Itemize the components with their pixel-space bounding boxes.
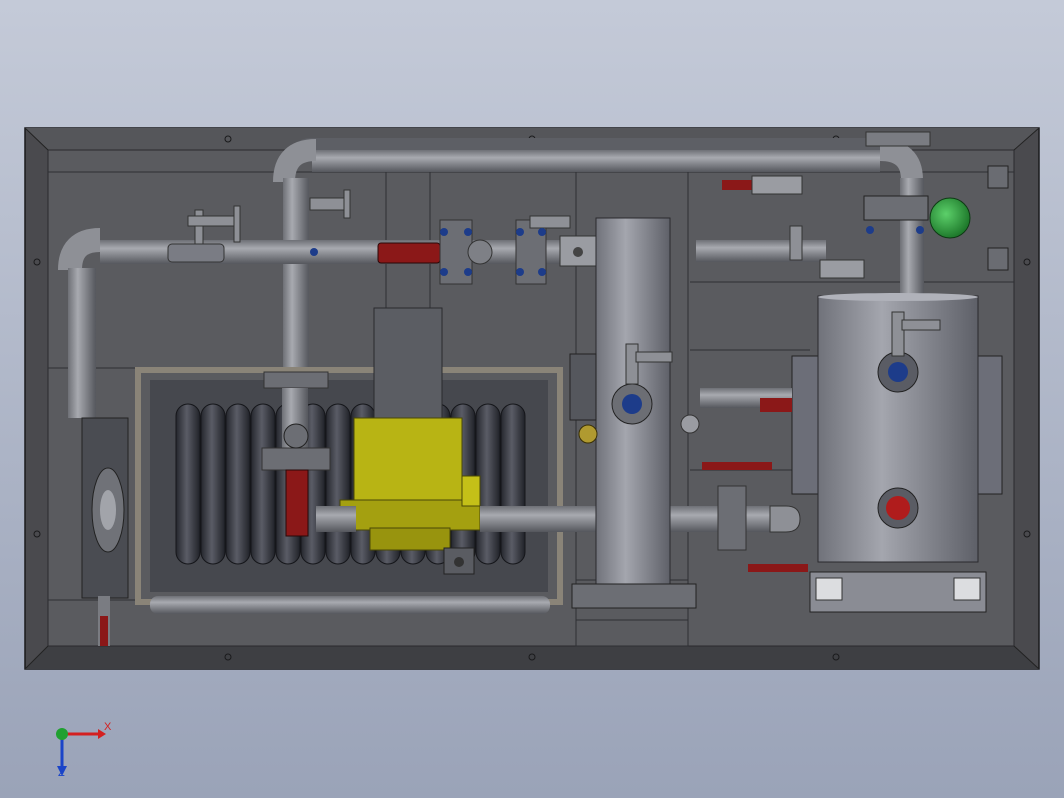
flange-bolt [464,268,472,276]
flange-bolt [440,228,448,236]
coil-turn [200,403,226,565]
flange-bolt [866,226,874,234]
triad-x-label: X [104,721,112,733]
flange-bolt [516,228,524,236]
flange-bolt [440,268,448,276]
flange-bolt [538,268,546,276]
flange-bolt [516,268,524,276]
flange-bolt [310,248,318,256]
coil-turn [225,403,251,565]
cad-viewport[interactable]: X Z [0,0,1064,798]
coil-turn [175,403,201,565]
triad-z-label: Z [58,767,65,779]
flange-bolt [538,228,546,236]
coil-turn [325,403,351,565]
flange-bolt [916,226,924,234]
assembly-drawing[interactable] [0,0,1064,798]
coil-turn [500,403,526,565]
flange-bolt [464,228,472,236]
coil-turn [250,403,276,565]
